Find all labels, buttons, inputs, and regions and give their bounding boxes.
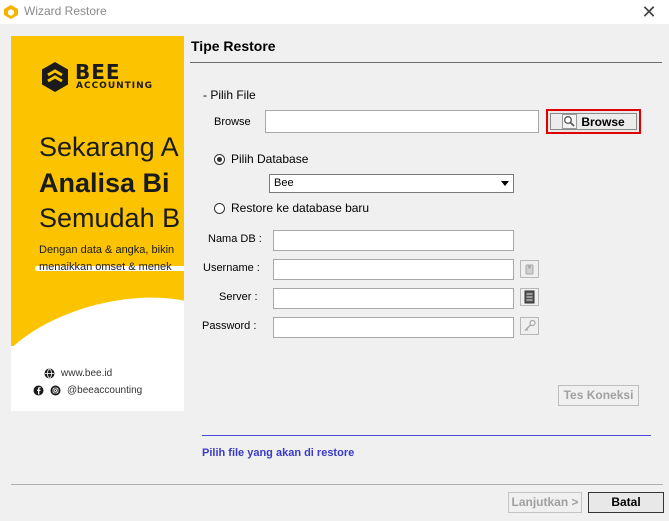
radio-pilih-database-label: Pilih Database [231, 152, 309, 166]
server-label: Server : [219, 291, 258, 303]
brand-subtitle: ACCOUNTING [76, 81, 154, 91]
browse-button-label: Browse [581, 114, 625, 129]
title-divider [190, 62, 662, 63]
nama-db-input[interactable] [273, 230, 514, 251]
test-connection-button[interactable]: Tes Koneksi [558, 385, 639, 406]
banner-headline-3: Semudah B [39, 203, 181, 233]
instagram-icon [50, 385, 61, 396]
database-select-value: Bee [274, 177, 294, 189]
window-title: Wizard Restore [24, 4, 107, 18]
next-button[interactable]: Lanjutkan > [508, 492, 582, 513]
username-input[interactable] [273, 259, 514, 280]
cancel-button[interactable]: Batal [588, 492, 664, 513]
banner-headline-1: Sekarang A [39, 132, 179, 162]
browse-label: Browse [214, 116, 251, 128]
app-logo-icon [4, 5, 18, 19]
social-row: @beeaccounting [33, 385, 142, 396]
section-title: Tipe Restore [191, 38, 276, 54]
title-bar: Wizard Restore ✕ [0, 0, 669, 24]
radio-pilih-database[interactable] [214, 154, 225, 165]
user-icon [525, 264, 534, 275]
radio-restore-new-db-label: Restore ke database baru [231, 201, 370, 215]
website-text: www.bee.id [61, 368, 113, 379]
chevron-down-icon [501, 181, 509, 186]
social-handle: @beeaccounting [67, 385, 143, 396]
nama-db-label: Nama DB : [208, 233, 262, 245]
facebook-icon [33, 385, 44, 396]
database-select[interactable]: Bee [269, 174, 514, 193]
key-icon [524, 319, 536, 331]
promo-banner: BEE ACCOUNTING Sekarang A Analisa Bi Sem… [11, 36, 184, 411]
close-icon[interactable]: ✕ [637, 0, 661, 24]
status-divider [202, 435, 651, 436]
banner-subtext-1: Dengan data & angka, bikin [39, 244, 175, 256]
browse-button-content: Browse [562, 114, 625, 129]
website-row: www.bee.id [44, 368, 112, 379]
browse-button[interactable]: Browse [546, 109, 641, 134]
password-key-button[interactable] [520, 317, 539, 335]
banner-headline-2: Analisa Bi [39, 168, 170, 198]
server-input[interactable] [273, 288, 514, 309]
search-icon [562, 114, 578, 129]
bee-logo-icon [42, 62, 68, 92]
password-label: Password : [202, 320, 257, 332]
file-path-input[interactable] [265, 110, 539, 133]
file-group-label: - Pilih File [203, 88, 256, 102]
globe-icon [44, 368, 55, 379]
status-message: Pilih file yang akan di restore [202, 447, 355, 459]
banner-subtext-2: menaikkan omset & menek [39, 261, 172, 273]
radio-restore-new-db[interactable] [214, 203, 225, 214]
user-lookup-button[interactable] [520, 260, 539, 278]
server-list-icon [524, 290, 535, 304]
server-lookup-button[interactable] [520, 288, 539, 306]
footer-divider [11, 484, 663, 485]
username-label: Username : [203, 262, 260, 274]
password-input[interactable] [273, 317, 514, 338]
